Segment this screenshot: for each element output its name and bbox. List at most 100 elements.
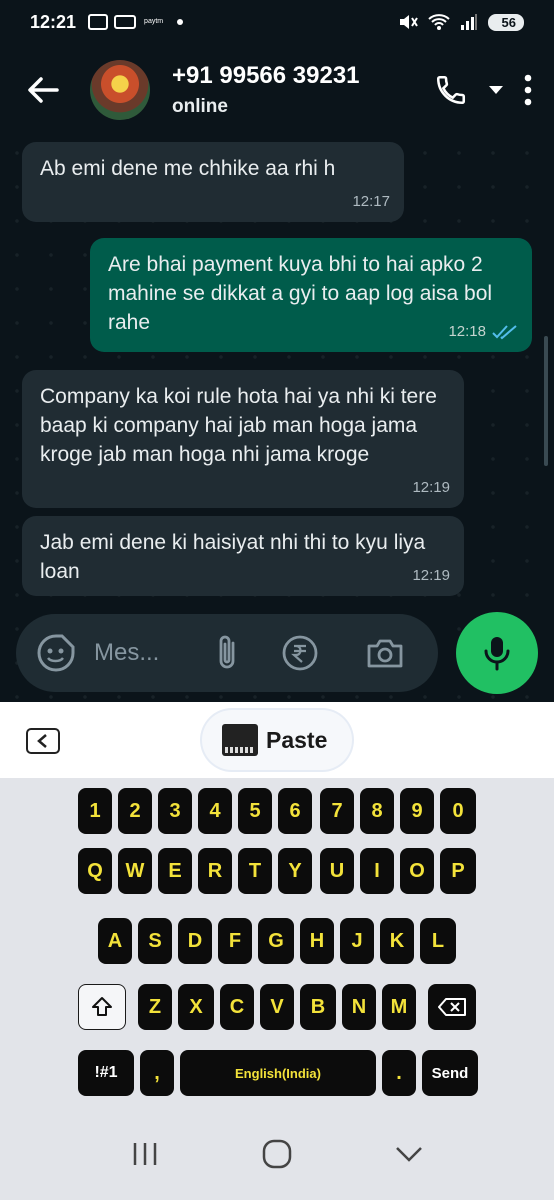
- screenshot-icon: [88, 14, 109, 30]
- key-r[interactable]: R: [198, 848, 232, 894]
- message-text: Jab emi dene ki haisiyat nhi thi to kyu …: [40, 531, 426, 583]
- chat-header: +91 99566 39231 online: [0, 44, 554, 136]
- camera-button[interactable]: [366, 637, 404, 669]
- battery-indicator: 56: [487, 13, 524, 31]
- dropdown-icon[interactable]: [488, 85, 504, 95]
- keyboard-back-icon: [37, 734, 47, 748]
- more-options-icon[interactable]: [524, 74, 532, 106]
- key-6[interactable]: 6: [278, 788, 312, 834]
- status-notification-icons: paytm: [88, 14, 184, 30]
- key-i[interactable]: I: [360, 848, 394, 894]
- attach-button[interactable]: [212, 633, 242, 673]
- camera-icon: [367, 639, 403, 668]
- message-time: 12:18: [448, 323, 486, 340]
- key-q[interactable]: Q: [78, 848, 112, 894]
- back-button[interactable]: [22, 69, 64, 111]
- key-l[interactable]: L: [420, 918, 456, 964]
- backspace-key[interactable]: [428, 984, 476, 1030]
- system-navigation-bar: [0, 1108, 554, 1200]
- key-p[interactable]: P: [440, 848, 476, 894]
- home-icon[interactable]: [262, 1139, 292, 1169]
- sticker-icon: [37, 634, 75, 672]
- key-f[interactable]: F: [218, 918, 252, 964]
- key-u[interactable]: U: [320, 848, 354, 894]
- recent-apps-icon[interactable]: [131, 1141, 159, 1167]
- message-text: Ab emi dene me chhike aa rhi h: [40, 157, 336, 180]
- key-4[interactable]: 4: [198, 788, 232, 834]
- paste-label: Paste: [266, 726, 328, 753]
- voice-message-button[interactable]: [456, 612, 538, 694]
- key-8[interactable]: 8: [360, 788, 394, 834]
- paste-suggestion[interactable]: Paste: [202, 710, 352, 770]
- attach-icon: [219, 635, 235, 669]
- key-n[interactable]: N: [342, 984, 376, 1030]
- key-2[interactable]: 2: [118, 788, 152, 834]
- wifi-icon: [427, 14, 450, 30]
- key-o[interactable]: O: [400, 848, 434, 894]
- read-ticks-icon: [492, 324, 517, 339]
- key-t[interactable]: T: [238, 848, 272, 894]
- key-x[interactable]: X: [178, 984, 214, 1030]
- key-w[interactable]: W: [118, 848, 152, 894]
- comma-key[interactable]: ,: [140, 1050, 174, 1096]
- symbols-key[interactable]: !#1: [78, 1050, 134, 1096]
- payment-button[interactable]: [282, 635, 318, 671]
- key-a[interactable]: A: [98, 918, 132, 964]
- keyboard: 1 2 3 4 5 6 7 8 9 0 Q W E R T Y U I O P …: [0, 778, 554, 1108]
- keyboard-toolbar: Paste: [0, 702, 554, 778]
- key-m[interactable]: M: [382, 984, 416, 1030]
- message-outgoing[interactable]: Are bhai payment kuya bhi to hai apko 2 …: [90, 238, 532, 352]
- key-y[interactable]: Y: [278, 848, 312, 894]
- period-key[interactable]: .: [382, 1050, 416, 1096]
- key-s[interactable]: S: [138, 918, 172, 964]
- signal-icon: [460, 14, 477, 30]
- sticker-button[interactable]: [36, 633, 76, 673]
- mute-icon: [399, 15, 418, 29]
- send-key[interactable]: Send: [422, 1050, 478, 1096]
- key-g[interactable]: G: [258, 918, 294, 964]
- keyboard-back-button[interactable]: [26, 728, 60, 754]
- status-bar: 12:21 paytm 56: [0, 0, 554, 44]
- key-9[interactable]: 9: [400, 788, 434, 834]
- key-j[interactable]: J: [340, 918, 374, 964]
- chat-scrollbar[interactable]: [544, 336, 548, 466]
- key-5[interactable]: 5: [238, 788, 272, 834]
- contact-info[interactable]: +91 99566 39231 online: [172, 62, 360, 118]
- phone-icon[interactable]: [434, 73, 468, 107]
- key-b[interactable]: B: [300, 984, 336, 1030]
- message-time: 12:19: [412, 567, 450, 584]
- key-e[interactable]: E: [158, 848, 192, 894]
- paytm-label: paytm: [144, 18, 164, 25]
- key-z[interactable]: Z: [138, 984, 172, 1030]
- space-key[interactable]: English(India): [180, 1050, 376, 1096]
- message-text: Company ka koi rule hota hai ya nhi ki t…: [40, 385, 437, 466]
- key-1[interactable]: 1: [78, 788, 112, 834]
- message-composer[interactable]: Mes...: [16, 614, 438, 692]
- key-7[interactable]: 7: [320, 788, 354, 834]
- message-time: 12:19: [412, 479, 450, 496]
- message-incoming[interactable]: Jab emi dene ki haisiyat nhi thi to kyu …: [22, 516, 464, 596]
- contact-avatar[interactable]: [90, 60, 150, 120]
- key-0[interactable]: 0: [440, 788, 476, 834]
- message-input[interactable]: Mes...: [94, 639, 182, 667]
- key-v[interactable]: V: [260, 984, 294, 1030]
- message-incoming[interactable]: Company ka koi rule hota hai ya nhi ki t…: [22, 370, 464, 508]
- rupee-icon: [282, 635, 318, 671]
- key-h[interactable]: H: [300, 918, 334, 964]
- message-incoming[interactable]: Ab emi dene me chhike aa rhi h 12:17: [22, 142, 404, 222]
- message-text: Are bhai payment kuya bhi to hai apko 2 …: [108, 253, 493, 334]
- shift-icon: [92, 997, 112, 1016]
- key-k[interactable]: K: [380, 918, 414, 964]
- backspace-icon: [438, 998, 466, 1016]
- back-arrow-icon: [28, 77, 59, 103]
- notification-dot-icon: [177, 19, 184, 25]
- key-3[interactable]: 3: [158, 788, 192, 834]
- shift-key[interactable]: [78, 984, 126, 1030]
- message-time: 12:17: [352, 193, 390, 210]
- key-d[interactable]: D: [178, 918, 212, 964]
- voicemail-icon: [114, 15, 137, 29]
- contact-name: +91 99566 39231: [172, 62, 360, 89]
- nav-back-icon[interactable]: [395, 1145, 423, 1163]
- key-c[interactable]: C: [220, 984, 254, 1030]
- clipboard-thumbnail: [222, 724, 258, 756]
